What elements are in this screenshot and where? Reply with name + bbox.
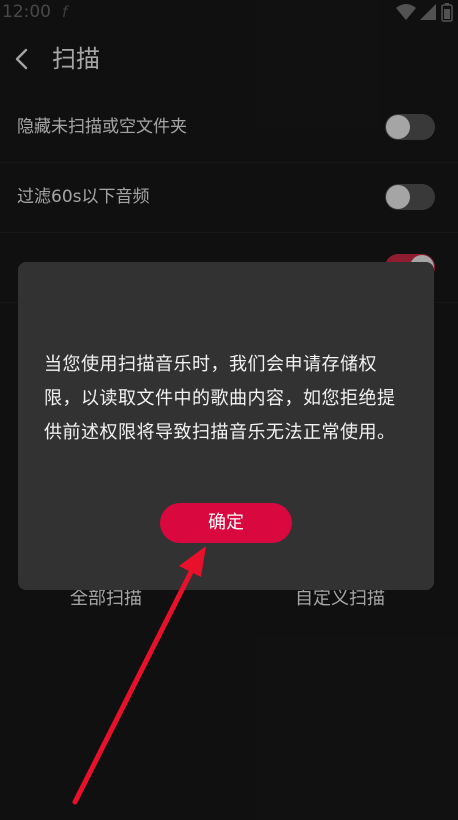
- annotation-arrow-icon: [72, 546, 206, 805]
